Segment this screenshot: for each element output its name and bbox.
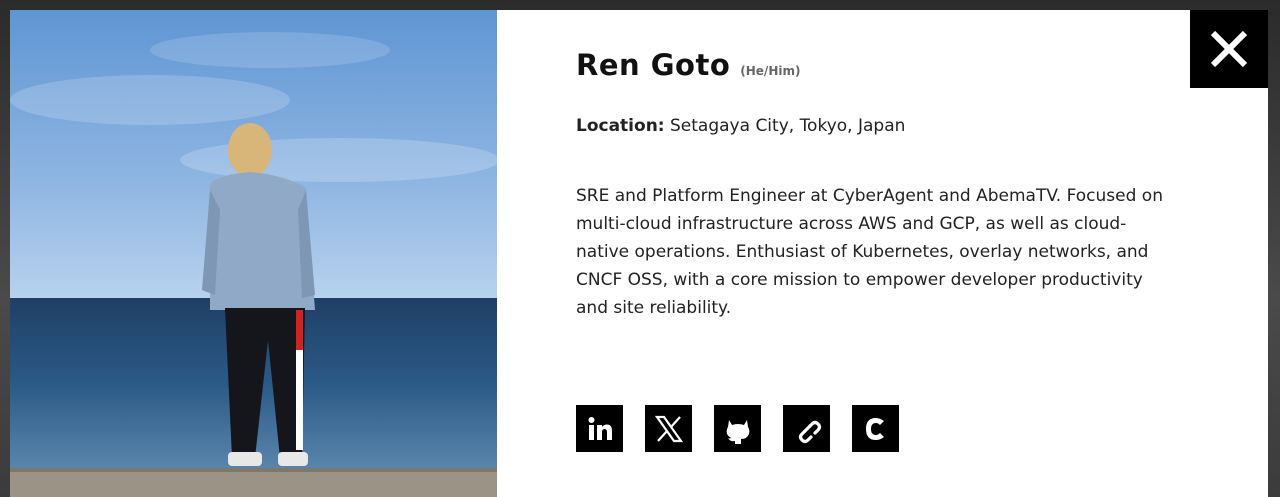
close-icon: [1210, 30, 1248, 68]
github-link[interactable]: [714, 405, 761, 452]
location-line: Location: Setagaya City, Tokyo, Japan: [576, 116, 1196, 136]
linkedin-icon: [588, 416, 612, 440]
c-logo-icon: [865, 417, 884, 440]
linkedin-link[interactable]: [576, 405, 623, 452]
profile-content: Ren Goto (He/Him) Location: Setagaya Cit…: [576, 48, 1196, 322]
profile-photo: [10, 10, 497, 497]
speaker-name: Ren Goto: [576, 48, 731, 82]
speaker-bio: SRE and Platform Engineer at CyberAgent …: [576, 186, 1163, 318]
social-links: [576, 405, 899, 452]
website-link[interactable]: [783, 405, 830, 452]
speaker-pronouns: (He/Him): [740, 64, 801, 78]
location-label: Location:: [576, 116, 665, 136]
close-button[interactable]: [1190, 10, 1268, 88]
location-value: Setagaya City, Tokyo, Japan: [670, 116, 906, 136]
speaker-modal: Ren Goto (He/Him) Location: Setagaya Cit…: [10, 10, 1268, 497]
c-logo-link[interactable]: [852, 405, 899, 452]
link-icon: [798, 420, 821, 443]
name-row: Ren Goto (He/Him): [576, 48, 1196, 82]
x-twitter-link[interactable]: [645, 405, 692, 452]
github-icon: [726, 419, 749, 444]
x-twitter-icon: [654, 415, 683, 442]
